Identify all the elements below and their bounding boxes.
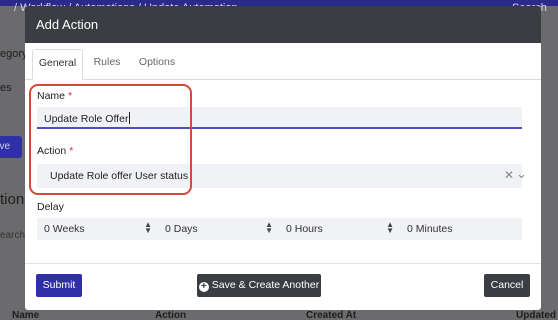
modal-footer: Submit + Save & Create Another Cancel — [25, 263, 541, 310]
modal-title: Add Action — [25, 6, 541, 43]
tab-rules[interactable]: Rules — [88, 49, 126, 80]
sort-arrows-icon: ▲ ▼ — [386, 220, 394, 235]
cancel-button[interactable]: Cancel — [484, 274, 530, 297]
col-name: Name — [12, 310, 40, 320]
background-save-button: ave — [0, 136, 22, 158]
tab-general[interactable]: General — [32, 49, 83, 80]
add-action-modal: Add Action General Rules Options Name * U… — [25, 6, 541, 310]
category-label: egory — [0, 48, 28, 60]
delay-label: Delay — [37, 201, 64, 213]
background-search-input: earch — [0, 230, 26, 241]
delay-days-select[interactable]: 0 Days ▲ ▼ — [158, 218, 279, 240]
delay-minutes-select[interactable]: 0 Minutes — [400, 218, 521, 240]
tab-bar: General Rules Options — [25, 43, 541, 80]
delay-hours-select[interactable]: 0 Hours ▲ ▼ — [279, 218, 400, 240]
col-action: Action — [155, 310, 187, 320]
chevron-down-icon[interactable]: ⌄ — [516, 166, 527, 182]
delay-row: 0 Weeks ▲ ▼ 0 Days ▲ ▼ 0 Hours ▲ ▼ 0 Minute… — [37, 218, 522, 240]
col-created-at: Created At — [306, 310, 357, 320]
close-icon[interactable]: ✕ — [504, 168, 514, 182]
col-updated: Updated — [516, 310, 556, 320]
sort-arrows-icon: ▲ ▼ — [144, 220, 152, 235]
sort-arrows-icon: ▲ ▼ — [265, 220, 273, 235]
delay-weeks-select[interactable]: 0 Weeks ▲ ▼ — [37, 218, 158, 240]
plus-circle-icon: + — [198, 282, 209, 292]
submit-button[interactable]: Submit — [36, 274, 82, 297]
save-create-another-button[interactable]: + Save & Create Another — [197, 274, 321, 297]
annotation-highlight-box — [29, 84, 192, 195]
es-label: es — [0, 82, 12, 94]
tab-options[interactable]: Options — [133, 49, 181, 80]
